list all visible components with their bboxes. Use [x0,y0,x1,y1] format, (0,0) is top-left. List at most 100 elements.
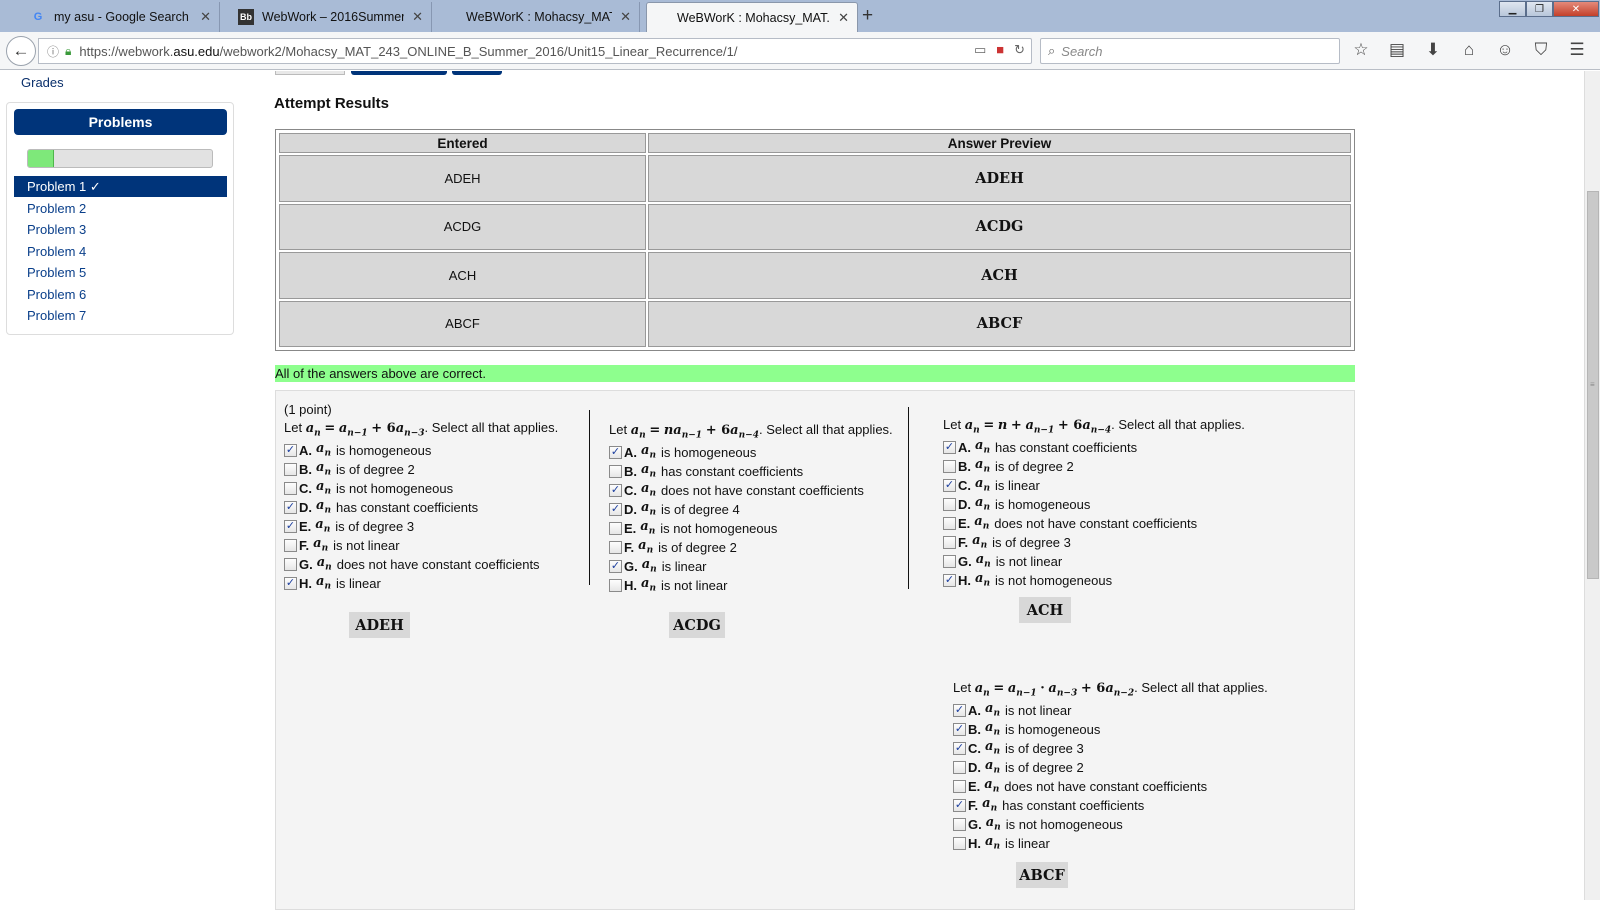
close-tab-icon[interactable]: ✕ [620,9,631,25]
checkbox[interactable] [953,760,966,774]
option-text: is not homogeneous [994,572,1113,588]
checkbox[interactable] [943,554,956,568]
download-icon[interactable]: ⬇ [1422,40,1444,60]
option-text: has constant coefficients [660,463,804,479]
checkbox[interactable] [953,836,966,850]
results-table: Entered Answer Preview ADEH ADEH ACDG ACDG A… [275,129,1355,351]
checkbox[interactable]: ✓ [284,519,297,533]
close-window-icon[interactable]: ✕ [1553,1,1599,17]
option-text: is linear [1004,835,1050,851]
search-box[interactable]: ⌕ Search [1040,38,1340,64]
grades-link[interactable]: Grades [21,75,64,90]
restore-icon[interactable]: ❐ [1526,1,1553,17]
info-icon[interactable]: ⓘ [47,43,59,60]
entered-cell: ACDG [279,203,646,250]
back-arrow-icon[interactable]: ← [6,36,36,66]
checkbox[interactable] [943,516,956,530]
checkbox[interactable] [609,464,622,478]
sidebar-item-problem-2[interactable]: Problem 2 [14,198,227,219]
reader-view-icon[interactable]: ▭ [974,42,986,58]
checkbox[interactable] [953,817,966,831]
checkbox[interactable]: ✓ [943,478,956,492]
sidebar-item-problem-5[interactable]: Problem 5 [14,262,227,283]
checkbox[interactable]: ✓ [609,445,622,459]
checkbox[interactable] [609,521,622,535]
browser-tab[interactable]: G my asu - Google Search ✕ [20,2,220,32]
browser-tab-active[interactable]: WeBWorK : Mohacsy_MAT... ✕ [646,2,858,32]
answer-preview-cell: ACH [648,252,1351,299]
option-text: is linear [661,558,707,574]
attempt-results-title: Attempt Results [274,95,390,112]
option-letter: A. [624,444,637,460]
checkbox[interactable]: ✓ [953,722,966,736]
checkbox[interactable] [943,459,956,473]
bookmark-star-icon[interactable]: ☆ [1350,40,1372,60]
close-tab-icon[interactable]: ✕ [200,9,211,25]
checkbox[interactable] [284,462,297,476]
checkbox[interactable]: ✓ [609,502,622,516]
checkbox[interactable]: ✓ [609,559,622,573]
checkbox[interactable] [943,535,956,549]
problem-part: Let an = n + an−1 + 6an−4. Select all th… [943,417,1245,590]
checkbox[interactable]: ✓ [953,798,966,812]
minimize-icon[interactable]: ▁ [1499,1,1526,17]
lock-icon[interactable]: 🔒︎ [65,44,71,59]
checkbox[interactable] [943,497,956,511]
option-text: is homogeneous [1004,721,1101,737]
close-tab-icon[interactable]: ✕ [412,9,423,25]
option-text: is not homogeneous [660,520,778,536]
math-variable: an [315,517,331,535]
option-letter: H. [299,575,312,591]
browser-tab[interactable]: WeBWorK : Mohacsy_MAT... ✕ [436,2,640,32]
new-tab-icon[interactable]: + [862,5,873,27]
reload-icon[interactable]: ↻ [1014,42,1025,58]
menu-icon[interactable]: ☰ [1566,40,1588,60]
checkbox[interactable]: ✓ [943,440,956,454]
checkbox[interactable] [609,540,622,554]
checkbox[interactable]: ✓ [284,576,297,590]
sidebar-item-problem-6[interactable]: Problem 6 [14,284,227,305]
page-scrollbar[interactable]: ≡ [1584,71,1600,900]
answer-preview-cell: ADEH [648,155,1351,202]
option-letter: D. [299,499,312,515]
math-variable: an [641,500,656,518]
home-icon[interactable]: ⌂ [1458,40,1480,60]
sidebar-item-problem-4[interactable]: Problem 4 [14,241,227,262]
checkbox[interactable]: ✓ [284,500,297,514]
tab-title: WebWork – 2016SummerB... [262,10,405,24]
cut-off-button[interactable] [275,71,345,75]
checkbox[interactable] [609,578,622,592]
option-letter: A. [299,442,312,458]
address-bar[interactable]: ⓘ 🔒︎ https://webwork.asu.edu/webwork2/Mo… [38,38,1032,64]
checkbox[interactable]: ✓ [284,443,297,457]
option-letter: G. [958,553,972,569]
option-letter: E. [624,520,637,536]
checkbox[interactable]: ✓ [609,483,622,497]
sidebar-item-problem-3[interactable]: Problem 3 [14,219,227,240]
table-row: ACH ACH [279,252,1351,299]
close-tab-icon[interactable]: ✕ [838,10,849,26]
tab-title: WeBWorK : Mohacsy_MAT... [677,10,831,25]
option-letter: B. [968,721,981,737]
checkbox[interactable] [953,779,966,793]
option-text: is not linear [333,537,400,553]
addon-icon[interactable]: ■ [996,42,1004,58]
checkbox[interactable] [284,481,297,495]
option-letter: D. [968,759,981,775]
cut-off-button[interactable] [452,71,502,75]
sidebar-item-problem-1[interactable]: Problem 1 ✓ [14,176,227,197]
checkbox[interactable] [284,557,297,571]
reading-list-icon[interactable]: ▤ [1386,40,1408,60]
pocket-icon[interactable]: ⛉ [1530,40,1552,60]
checkbox[interactable] [284,538,297,552]
checkbox[interactable]: ✓ [953,741,966,755]
answer-preview-header: Answer Preview [648,133,1351,153]
option-a: ✓ A. an is not linear [953,701,1268,720]
chat-icon[interactable]: ☺ [1494,40,1516,60]
sidebar-item-problem-7[interactable]: Problem 7 [14,305,227,326]
checkbox[interactable]: ✓ [953,703,966,717]
progress-bar [27,149,213,168]
cut-off-button[interactable] [351,71,447,75]
browser-tab[interactable]: Bb WebWork – 2016SummerB... ✕ [228,2,432,32]
checkbox[interactable]: ✓ [943,573,956,587]
